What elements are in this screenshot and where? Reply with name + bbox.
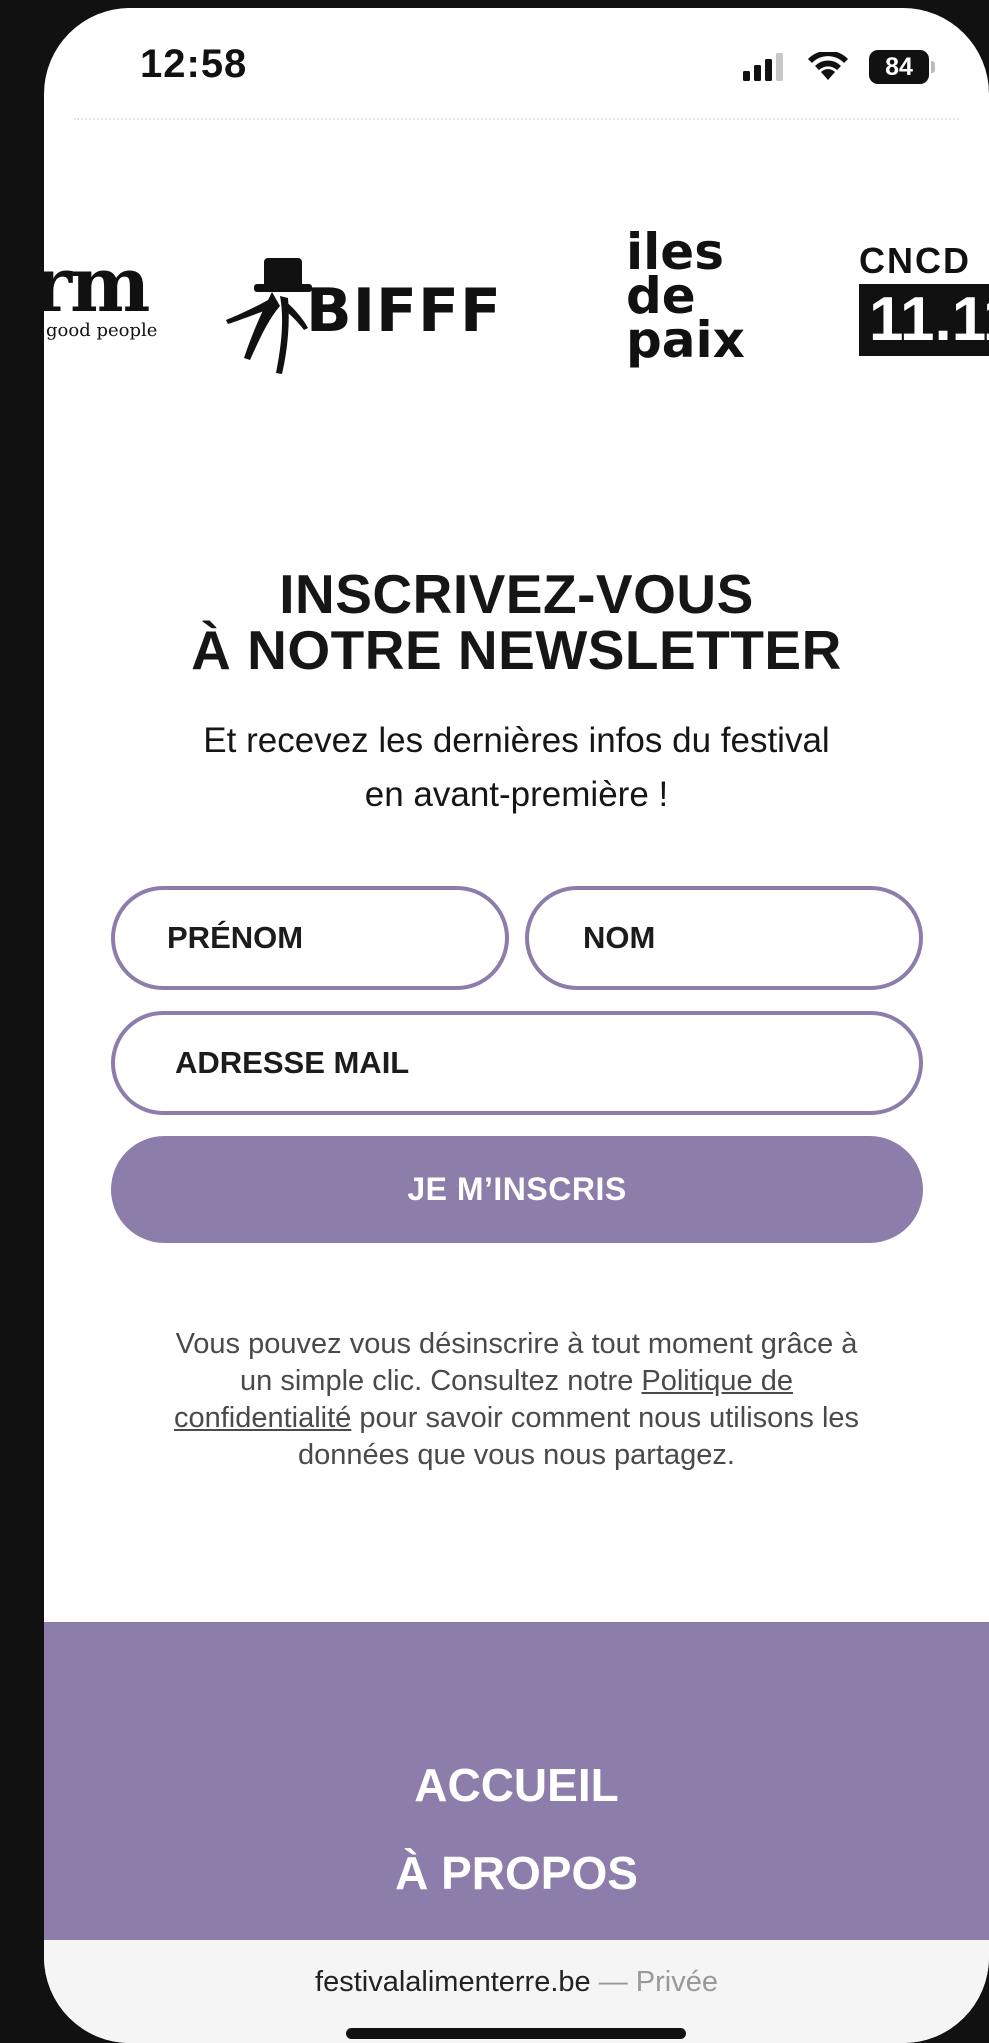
email-input[interactable]: ADRESSE MAIL — [111, 1011, 923, 1115]
email-placeholder: ADRESSE MAIL — [175, 1045, 410, 1080]
first-name-placeholder: PRÉNOM — [167, 920, 304, 955]
address-separator: — — [590, 1966, 636, 1998]
private-mode-label: Privée — [635, 1966, 718, 1998]
address-text: festivalalimenterre.be — Privée — [44, 1966, 989, 1999]
battery-icon: 84 — [869, 50, 935, 84]
status-icons: 84 — [743, 50, 935, 84]
partner-logo-rm[interactable]: rm good people — [44, 240, 158, 342]
phone-screen: 12:58 84 rm good people BIFFF iles de pa… — [44, 8, 989, 2043]
disclaimer-text-end: pour savoir comment nous utilisons les d… — [298, 1402, 860, 1471]
newsletter-subtitle: Et recevez les dernières infos du festiv… — [203, 721, 830, 814]
iles-logo-line3: paix — [626, 311, 745, 369]
bifff-logo-text: BIFFF — [306, 276, 503, 346]
partner-logo-iles-de-paix[interactable]: iles de paix — [626, 227, 745, 369]
home-indicator[interactable] — [346, 2028, 686, 2039]
wifi-icon — [808, 52, 848, 80]
cncd-logo-text: CNCD — [859, 240, 971, 281]
cncd-logo-number: 11.11 — [859, 284, 989, 356]
newsletter-title-line1: INSCRIVEZ-VOUS — [279, 563, 754, 625]
battery-level: 84 — [885, 52, 913, 81]
newsletter-title-line2: À NOTRE NEWSLETTER — [191, 619, 842, 681]
partner-logos: rm good people BIFFF iles de paix CNCD 1… — [44, 227, 989, 378]
browser-address-bar[interactable]: festivalalimenterre.be — Privée — [44, 1940, 989, 2043]
privacy-disclaimer: Vous pouvez vous désinscrire à tout mome… — [164, 1326, 869, 1474]
last-name-placeholder: NOM — [583, 920, 656, 955]
footer-link-accueil[interactable]: ACCUEIL — [44, 1758, 989, 1812]
status-bar: 12:58 84 — [44, 8, 989, 116]
partner-logo-bifff[interactable]: BIFFF — [224, 248, 534, 378]
rm-logo-text: rm — [44, 240, 150, 329]
subscribe-button-label: JE M’INSCRIS — [407, 1171, 627, 1207]
status-time: 12:58 — [140, 42, 248, 86]
newsletter-title: INSCRIVEZ-VOUS À NOTRE NEWSLETTER — [44, 566, 989, 678]
footer-link-a-propos[interactable]: À PROPOS — [44, 1846, 989, 1900]
rm-logo-tagline: good people — [46, 320, 158, 341]
divider — [74, 118, 959, 120]
subscribe-button[interactable]: JE M’INSCRIS — [111, 1136, 923, 1243]
footer: ACCUEIL À PROPOS — [44, 1622, 989, 1940]
last-name-input[interactable]: NOM — [525, 886, 923, 990]
partner-logo-cncd[interactable]: CNCD 11.11 — [859, 240, 989, 356]
address-domain: festivalalimenterre.be — [315, 1966, 591, 1998]
first-name-input[interactable]: PRÉNOM — [111, 886, 509, 990]
signal-icon — [743, 53, 783, 81]
battery-tip — [931, 61, 935, 73]
